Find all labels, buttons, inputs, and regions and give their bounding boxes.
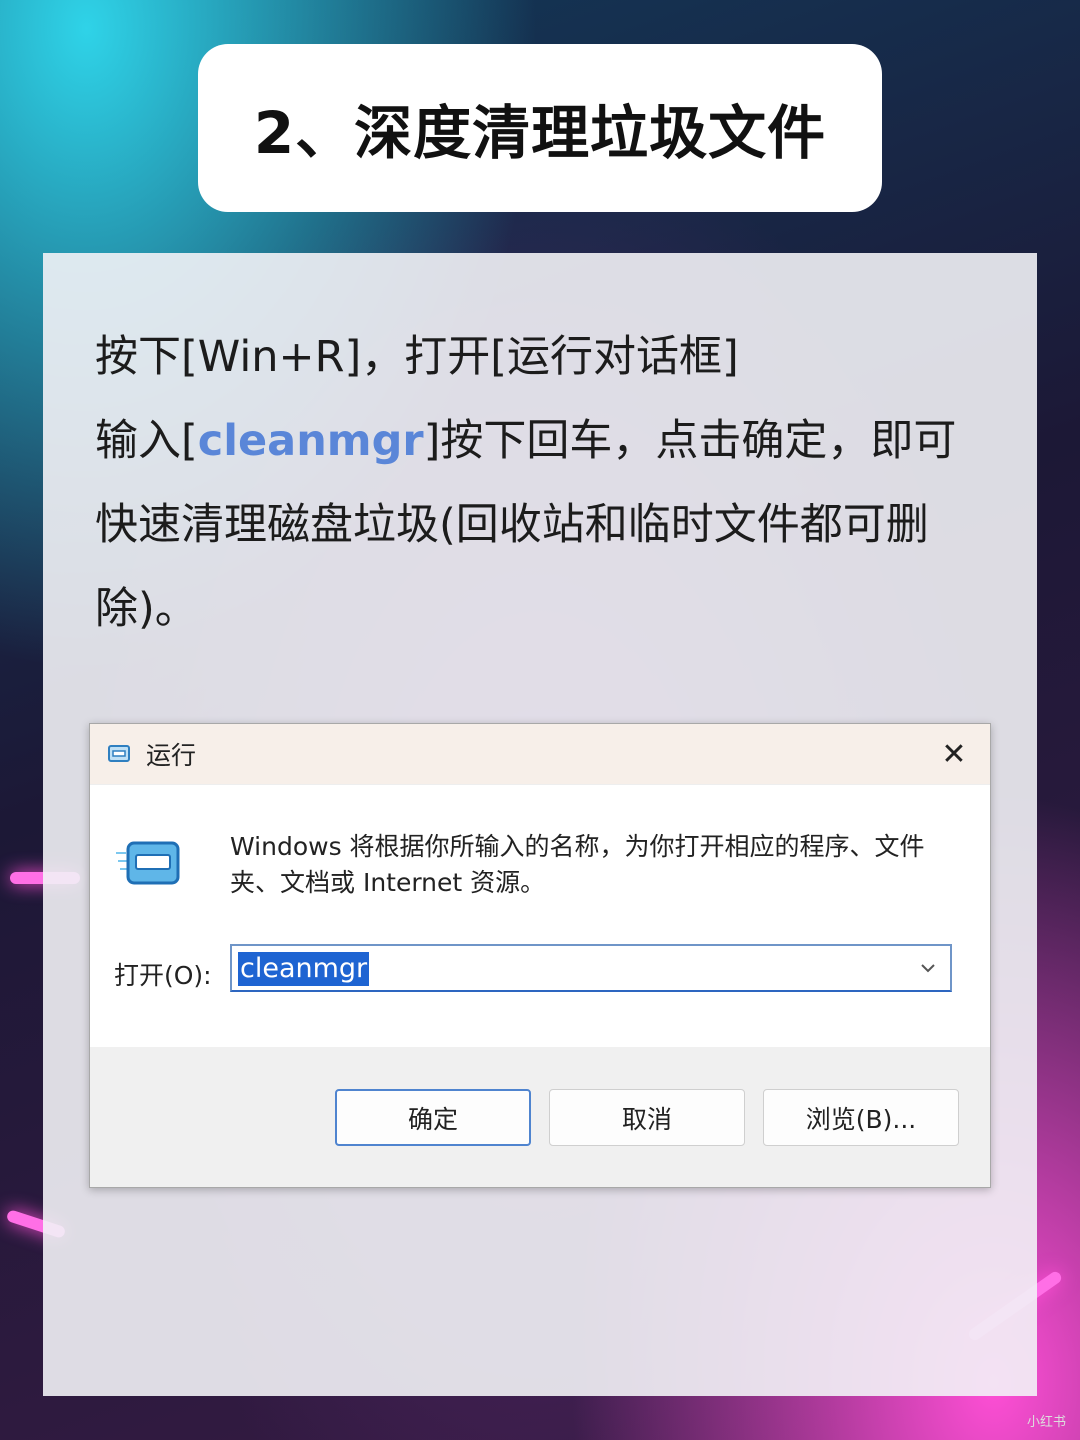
browse-button[interactable]: 浏览(B)... (763, 1089, 959, 1146)
open-input[interactable]: cleanmgr (230, 944, 952, 992)
cancel-button-label: 取消 (621, 1104, 672, 1134)
browse-button-label: 浏览(B)... (805, 1104, 917, 1134)
content-panel: 按下[Win+R]，打开[运行对话框] 输入[cleanmgr]按下回车，点击确… (43, 253, 1037, 1396)
chevron-down-icon[interactable] (916, 956, 940, 980)
dialog-titlebar: 运行 ✕ (90, 724, 990, 785)
dialog-message: Windows 将根据你所输入的名称，为你打开相应的程序、文件夹、文档或 Int… (230, 832, 925, 897)
instruction-text: 输入[ (95, 416, 198, 466)
page-title: 2、深度清理垃圾文件 (253, 99, 827, 167)
run-dialog: 运行 ✕ Windows 将根据你所输入的名称，为你打开相应的程序、文件夹、文档… (89, 723, 991, 1188)
dialog-footer: 确定 取消 浏览(B)... (90, 1047, 990, 1187)
title-card: 2、深度清理垃圾文件 (198, 44, 882, 212)
ok-button-label: 确定 (407, 1104, 458, 1134)
ok-button[interactable]: 确定 (335, 1089, 531, 1146)
run-icon (116, 841, 180, 885)
close-icon: ✕ (941, 736, 967, 772)
instruction-line: 按下[Win+R]，打开[运行对话框] (95, 332, 739, 382)
run-dialog-icon (108, 745, 130, 762)
close-button[interactable]: ✕ (918, 724, 990, 784)
dialog-title: 运行 (146, 741, 197, 770)
open-input-value: cleanmgr (238, 952, 370, 986)
open-label: 打开(O): (114, 961, 212, 990)
cancel-button[interactable]: 取消 (549, 1089, 745, 1146)
command-keyword: cleanmgr (197, 416, 424, 466)
instruction-paragraph: 输入[cleanmgr]按下回车，点击确定，即可快速清理磁盘垃圾(回收站和临时文… (95, 399, 995, 651)
watermark: 小红书 (1026, 1415, 1066, 1430)
instructions: 按下[Win+R]，打开[运行对话框] 输入[cleanmgr]按下回车，点击确… (95, 315, 995, 651)
